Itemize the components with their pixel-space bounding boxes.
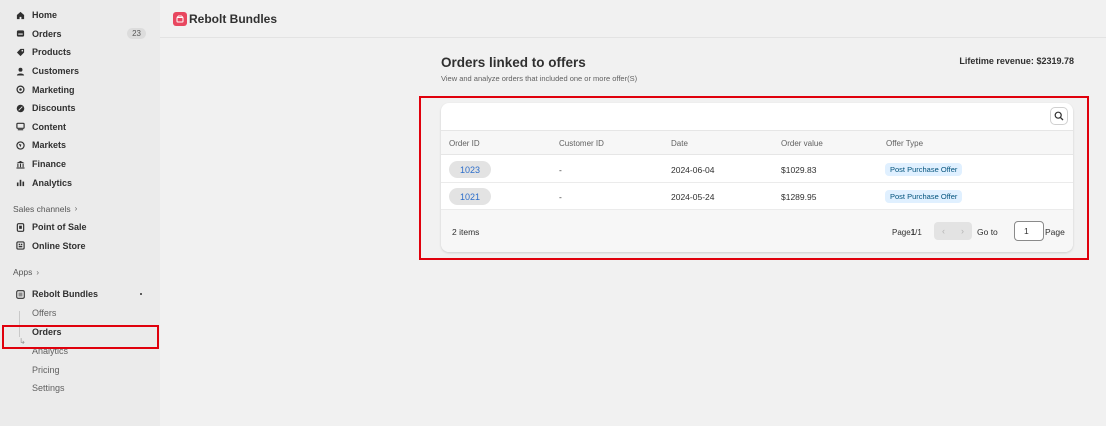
sidebar-item-label: Customers bbox=[32, 66, 80, 77]
sidebar-item-products[interactable]: Products bbox=[0, 43, 160, 62]
page-subtitle: View and analyze orders that included on… bbox=[441, 74, 638, 83]
chevron-right-icon: › bbox=[36, 267, 40, 277]
sidebar-subitem-settings[interactable]: Settings bbox=[0, 379, 160, 398]
sidebar-item-label: Content bbox=[32, 121, 66, 132]
tag-icon bbox=[14, 46, 26, 58]
app-title: Rebolt Bundles bbox=[189, 11, 278, 26]
store-icon bbox=[14, 240, 26, 252]
rebolt-logo-icon bbox=[173, 11, 187, 26]
sidebar-item-label: Orders bbox=[32, 28, 62, 39]
sidebar-item-label: Discounts bbox=[32, 103, 76, 114]
revenue-label: Lifetime revenue: bbox=[959, 56, 1034, 66]
sidebar-item-label: Finance bbox=[32, 159, 67, 170]
chevron-right-icon: › bbox=[74, 204, 78, 214]
lifetime-revenue: Lifetime revenue: $2319.78 bbox=[959, 56, 1074, 66]
sidebar-item-rebolt-bundles[interactable]: Rebolt Bundles bbox=[0, 285, 160, 304]
sidebar-item-marketing[interactable]: Marketing bbox=[0, 80, 160, 99]
sidebar-item-finance[interactable]: Finance bbox=[0, 155, 160, 174]
sidebar-item-discounts[interactable]: Discounts bbox=[0, 99, 160, 118]
app-header: Rebolt Bundles bbox=[160, 0, 1106, 38]
sidebar-item-markets[interactable]: Markets bbox=[0, 136, 160, 155]
sidebar-item-label: Analytics bbox=[32, 177, 73, 188]
sidebar-item-label: Online Store bbox=[32, 240, 86, 251]
app-icon bbox=[14, 288, 26, 300]
bar-chart-icon bbox=[14, 177, 26, 189]
discount-icon bbox=[14, 102, 26, 114]
orders-count-badge: 23 bbox=[127, 28, 146, 40]
pin-dot-icon bbox=[140, 293, 142, 296]
sidebar-item-point-of-sale[interactable]: Point of Sale bbox=[0, 218, 160, 237]
sidebar-item-label: Home bbox=[32, 10, 58, 21]
home-icon bbox=[14, 9, 26, 21]
bank-icon bbox=[14, 158, 26, 170]
sidebar-subitem-offers[interactable]: Offers bbox=[0, 304, 160, 323]
sidebar-item-label: Marketing bbox=[32, 84, 75, 95]
pos-icon bbox=[14, 221, 26, 233]
highlight-box-table bbox=[419, 96, 1089, 260]
highlight-box-orders bbox=[2, 325, 159, 349]
sidebar-item-label: Rebolt Bundles bbox=[32, 289, 99, 300]
sidebar-item-label: Point of Sale bbox=[32, 222, 87, 233]
page-title: Orders linked to offers bbox=[441, 55, 586, 70]
sidebar-subitem-pricing[interactable]: Pricing bbox=[0, 360, 160, 379]
sidebar: Home Orders 23 Products Customers Market… bbox=[0, 0, 160, 426]
content-icon bbox=[14, 121, 26, 133]
sidebar-item-label: Products bbox=[32, 47, 72, 58]
sidebar-item-home[interactable]: Home bbox=[0, 6, 160, 25]
sidebar-item-analytics[interactable]: Analytics bbox=[0, 173, 160, 192]
sidebar-item-customers[interactable]: Customers bbox=[0, 62, 160, 81]
sidebar-item-orders[interactable]: Orders 23 bbox=[0, 25, 160, 44]
target-icon bbox=[14, 84, 26, 96]
orders-icon bbox=[14, 28, 26, 40]
sidebar-item-online-store[interactable]: Online Store bbox=[0, 237, 160, 256]
apps-heading[interactable]: Apps › bbox=[0, 263, 160, 281]
revenue-value: $2319.78 bbox=[1036, 56, 1074, 66]
sidebar-item-content[interactable]: Content bbox=[0, 118, 160, 137]
sidebar-item-label: Markets bbox=[32, 140, 67, 151]
globe-icon bbox=[14, 139, 26, 151]
sales-channels-heading[interactable]: Sales channels › bbox=[0, 200, 160, 218]
person-icon bbox=[14, 65, 26, 77]
